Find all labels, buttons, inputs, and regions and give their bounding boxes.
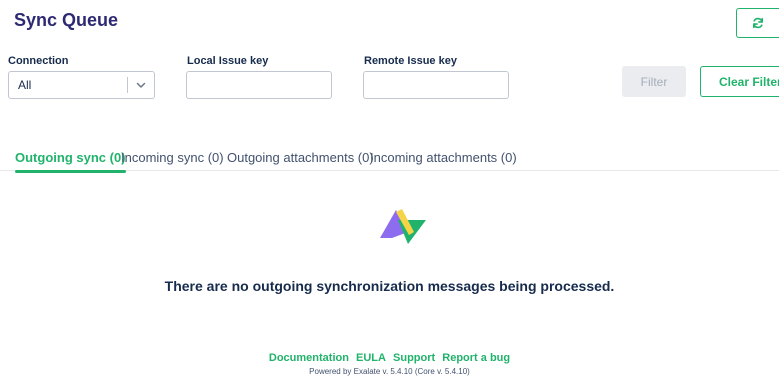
page-title: Sync Queue bbox=[14, 10, 119, 30]
documentation-link[interactable]: Documentation bbox=[269, 352, 349, 364]
filter-button[interactable]: Filter bbox=[622, 66, 686, 97]
tab-incoming-sync[interactable]: Incoming sync (0) bbox=[121, 150, 224, 171]
tab-outgoing-attachments[interactable]: Outgoing attachments (0) bbox=[227, 150, 374, 171]
chevron-down-icon[interactable] bbox=[128, 80, 154, 90]
tab-incoming-attachments[interactable]: Incoming attachments (0) bbox=[370, 150, 517, 171]
connection-select[interactable]: All bbox=[8, 71, 155, 99]
connection-select-value: All bbox=[18, 78, 32, 92]
connection-label: Connection bbox=[8, 55, 69, 67]
footer-links: Documentation EULA Support Report a bug bbox=[0, 352, 779, 364]
remote-issue-key-input[interactable] bbox=[363, 71, 509, 99]
remote-issue-key-label: Remote Issue key bbox=[364, 55, 457, 67]
sync-tabs: Outgoing sync (0) Incoming sync (0) Outg… bbox=[0, 150, 779, 173]
report-bug-link[interactable]: Report a bug bbox=[442, 352, 510, 364]
support-link[interactable]: Support bbox=[393, 352, 435, 364]
tab-outgoing-sync[interactable]: Outgoing sync (0) bbox=[15, 150, 126, 173]
sync-queue-page: Sync Queue Connection All Local Issue ke… bbox=[0, 0, 779, 378]
refresh-button[interactable] bbox=[736, 8, 779, 38]
local-issue-key-label: Local Issue key bbox=[187, 55, 269, 67]
empty-state-message: There are no outgoing synchronization me… bbox=[164, 278, 615, 294]
eula-link[interactable]: EULA bbox=[356, 352, 386, 364]
powered-by-text: Powered by Exalate v. 5.4.10 (Core v. 5.… bbox=[309, 367, 470, 376]
clear-filter-button[interactable]: Clear Filter bbox=[700, 66, 779, 97]
exalate-logo-icon bbox=[380, 209, 426, 244]
local-issue-key-input[interactable] bbox=[186, 71, 332, 99]
refresh-icon bbox=[752, 17, 764, 29]
